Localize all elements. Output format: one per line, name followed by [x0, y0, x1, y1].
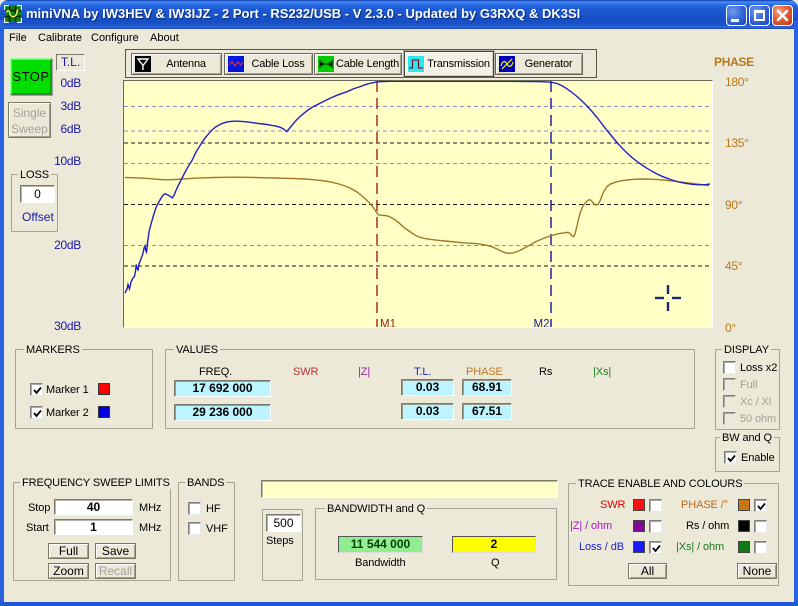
svg-text:M1: M1 [380, 319, 396, 328]
svg-text:M2: M2 [534, 319, 550, 328]
